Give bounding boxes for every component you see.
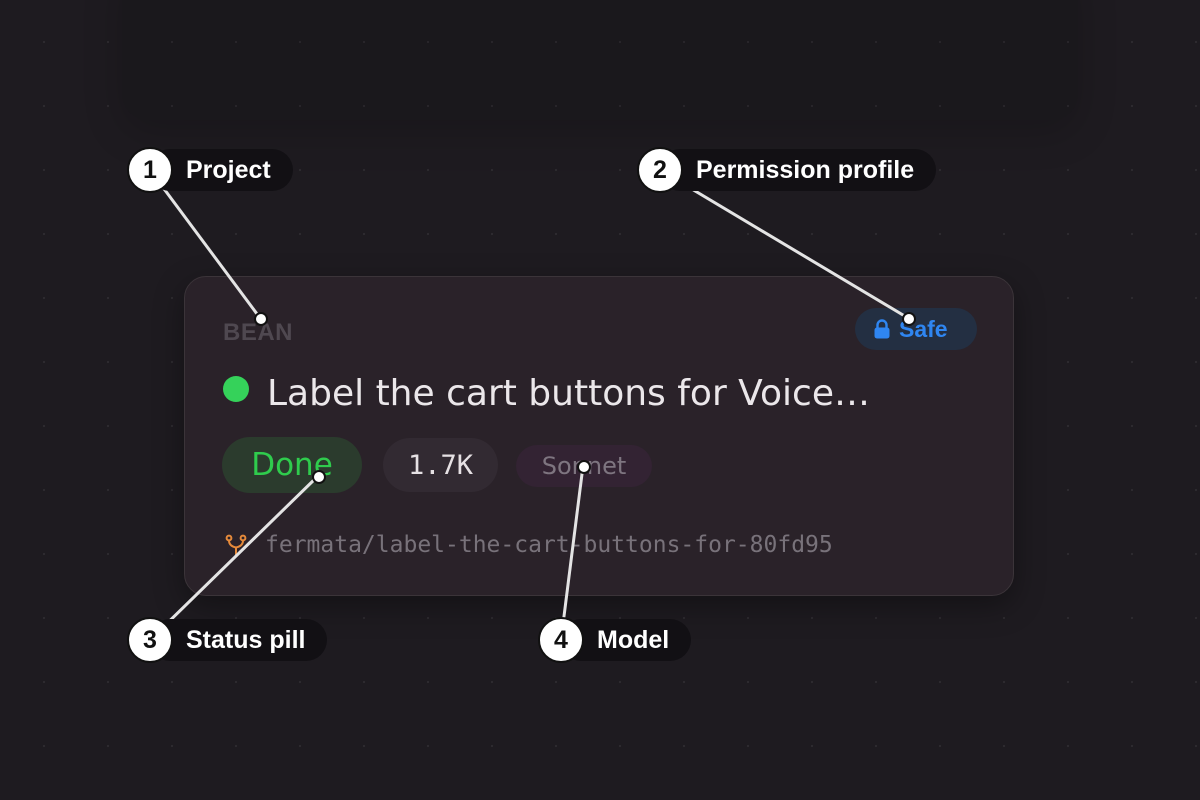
branch-name[interactable]: fermata/label-the-cart-buttons-for-80fd9… [265,532,833,558]
task-card[interactable]: BEAN Safe Label the cart buttons for Voi… [184,276,1014,596]
anchor-dot-permission [902,312,916,326]
task-title[interactable]: Label the cart buttons for Voice… [267,373,870,414]
git-branch-icon [225,534,247,555]
callout-number: 2 [637,147,683,193]
status-pill[interactable]: Done [222,437,362,493]
token-count-pill: 1.7K [383,438,498,492]
callout-number: 1 [127,147,173,193]
status-dot [223,376,249,402]
anchor-dot-status [312,470,326,484]
branch-row[interactable]: fermata/label-the-cart-buttons-for-80fd9… [223,532,833,558]
callout-label: Permission profile [659,149,937,191]
callout-number: 4 [538,617,584,663]
lock-icon [874,319,890,339]
anchor-dot-model [577,460,591,474]
anchor-dot-project [254,312,268,326]
callout-label: Status pill [149,619,328,661]
background-panel [122,0,1078,120]
permission-profile-badge[interactable]: Safe [855,308,977,350]
callout-number: 3 [127,617,173,663]
